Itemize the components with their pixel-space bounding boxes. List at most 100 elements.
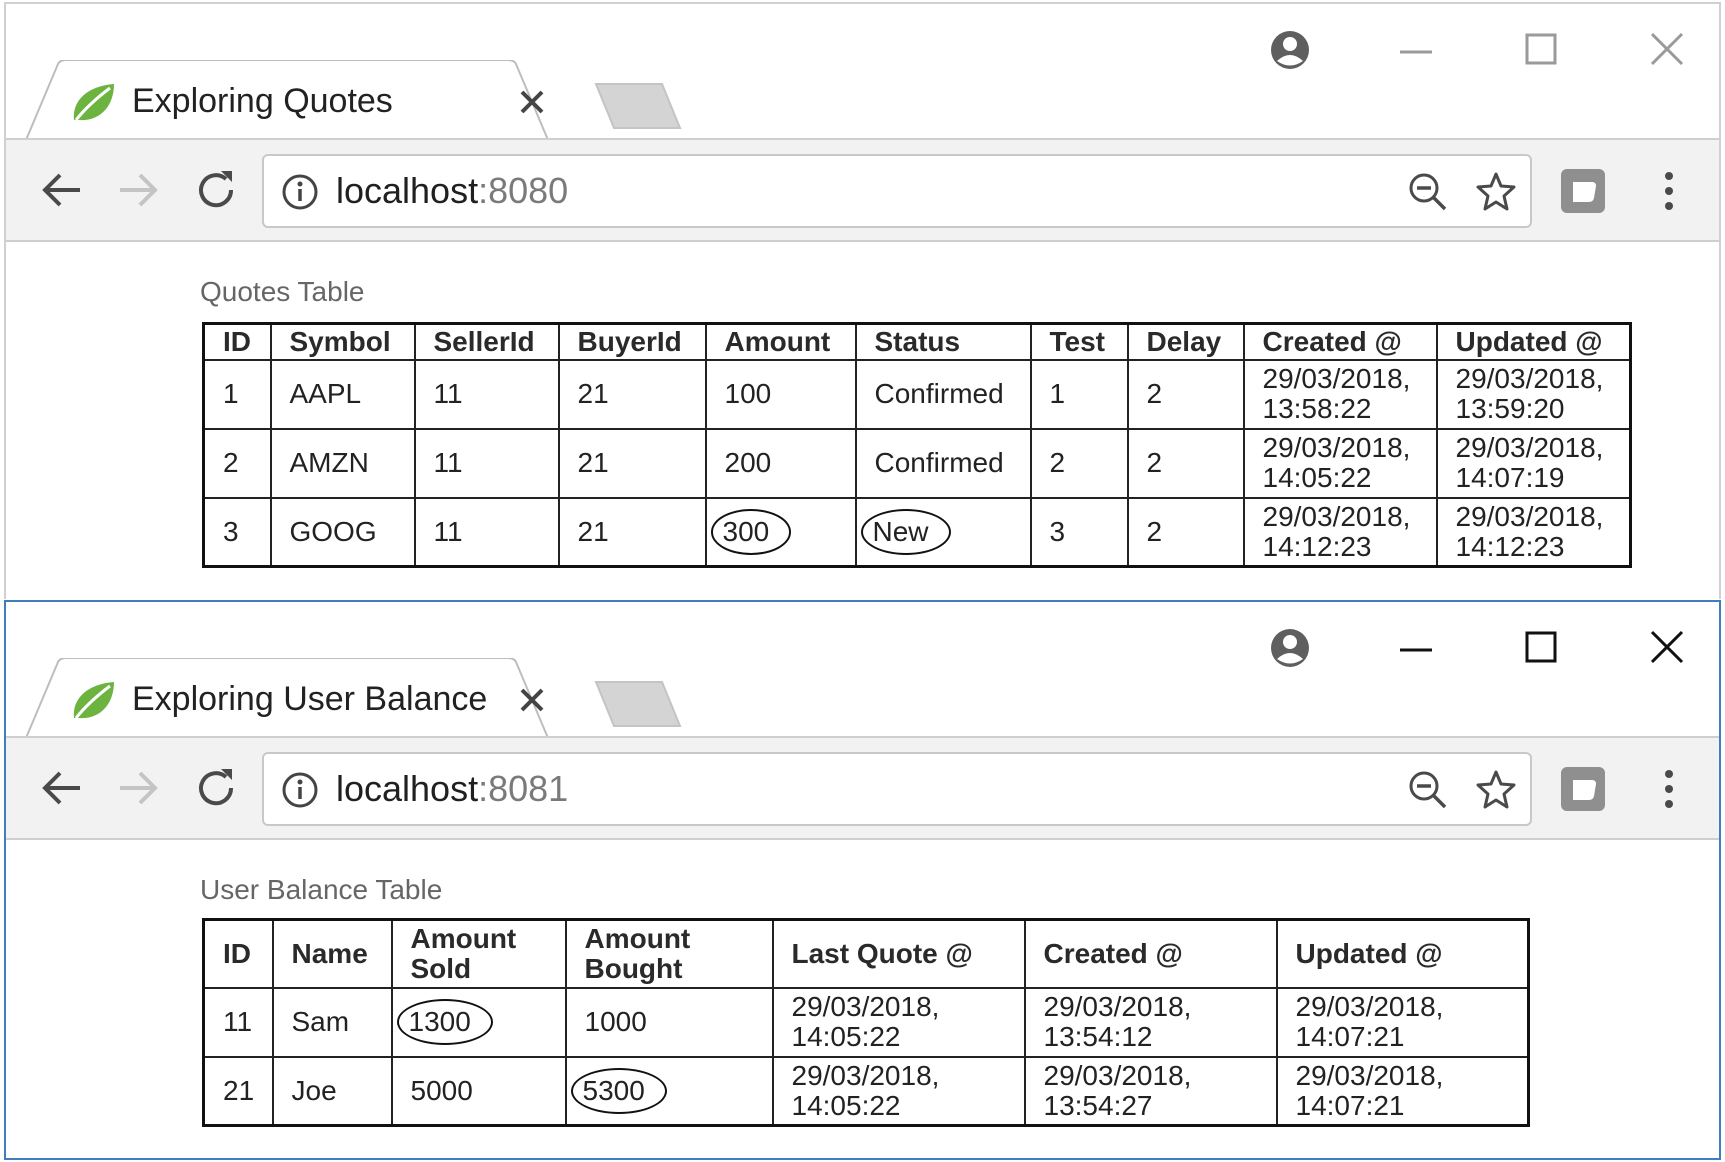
maximize-icon[interactable] xyxy=(1512,620,1572,676)
browser-window-quotes: Exploring Quotes localhost:8080 Quotes T… xyxy=(4,2,1721,599)
column-header: Updated @ xyxy=(1275,918,1530,989)
cell-updated: 29/03/2018, 14:07:21 xyxy=(1275,986,1530,1058)
date-part: 29/03/2018, xyxy=(1262,500,1411,532)
cell-created: 29/03/2018, 14:12:23 xyxy=(1242,496,1438,568)
column-header: BuyerId xyxy=(557,322,707,361)
reload-icon[interactable] xyxy=(188,162,244,218)
url-text: localhost:8080 xyxy=(336,170,568,212)
table-row: 2 AMZN 11 21 200 Confirmed 2 2 29/03/201… xyxy=(202,427,1632,499)
cell-amount-sold: 5000 xyxy=(390,1055,567,1127)
table-row: 1 AAPL 11 21 100 Confirmed 1 2 29/03/201… xyxy=(202,358,1632,430)
cell-symbol: GOOG xyxy=(269,496,416,568)
cell-created: 29/03/2018, 13:54:12 xyxy=(1023,986,1278,1058)
back-arrow-icon[interactable] xyxy=(34,760,90,816)
new-tab-button[interactable] xyxy=(586,82,686,132)
reload-icon[interactable] xyxy=(188,760,244,816)
time-part: 14:05:22 xyxy=(791,1021,901,1052)
cell-amount-sold: 1300 xyxy=(390,986,567,1058)
menu-dots-icon[interactable] xyxy=(1654,762,1684,816)
cell-amount: 200 xyxy=(704,427,857,499)
minimize-icon[interactable] xyxy=(1386,22,1446,78)
address-bar[interactable]: localhost:8080 xyxy=(262,154,1532,228)
cell-id: 3 xyxy=(202,496,272,568)
time-part: 14:05:22 xyxy=(791,1089,901,1121)
forward-arrow-icon[interactable] xyxy=(110,162,166,218)
url-host: localhost xyxy=(336,170,479,211)
column-header: Created @ xyxy=(1242,322,1438,361)
tab-title: Exploring Quotes xyxy=(132,82,393,120)
minimize-icon[interactable] xyxy=(1386,620,1446,676)
date-part: 29/03/2018, xyxy=(1455,432,1604,463)
zoom-out-icon[interactable] xyxy=(1406,768,1450,812)
page-content: User Balance Table ID Name Amount Sold Am… xyxy=(6,840,1719,1158)
cell-symbol: AMZN xyxy=(269,427,416,499)
time-part: 14:12:23 xyxy=(1262,530,1372,562)
date-part: 29/03/2018, xyxy=(791,991,940,1022)
time-part: 13:54:12 xyxy=(1043,1021,1153,1052)
info-icon[interactable] xyxy=(280,172,320,212)
time-part: 14:07:21 xyxy=(1295,1089,1405,1121)
account-icon[interactable] xyxy=(1260,620,1320,676)
cell-amount-bought: 5300 xyxy=(564,1055,774,1127)
header-line: Sold xyxy=(410,952,472,984)
column-header: Last Quote @ xyxy=(771,918,1026,989)
back-arrow-icon[interactable] xyxy=(34,162,90,218)
cell-status: New xyxy=(854,496,1032,568)
extension-icon[interactable] xyxy=(1558,764,1608,814)
cell-seller-id: 11 xyxy=(413,496,560,568)
info-icon[interactable] xyxy=(280,770,320,810)
cell-delay: 2 xyxy=(1126,427,1245,499)
url-port: :8080 xyxy=(478,170,569,211)
cell-status: Confirmed xyxy=(854,427,1032,499)
column-header: Test xyxy=(1029,322,1129,361)
cell-seller-id: 11 xyxy=(413,358,560,430)
tab-exploring-user-balance[interactable]: Exploring User Balance xyxy=(24,658,584,738)
date-part: 29/03/2018, xyxy=(1043,991,1192,1022)
cell-test: 2 xyxy=(1029,427,1129,499)
window-close-icon[interactable] xyxy=(1638,22,1698,78)
spring-leaf-icon xyxy=(73,84,114,121)
cell-created: 29/03/2018, 13:54:27 xyxy=(1023,1055,1278,1127)
cell-id: 21 xyxy=(202,1055,274,1127)
cell-buyer-id: 21 xyxy=(557,427,707,499)
header-line: Amount xyxy=(584,922,691,954)
cell-updated: 29/03/2018, 14:07:19 xyxy=(1435,427,1632,499)
column-header: Delay xyxy=(1126,322,1245,361)
date-part: 29/03/2018, xyxy=(1043,1059,1192,1091)
cell-updated: 29/03/2018, 14:07:21 xyxy=(1275,1055,1530,1127)
table-row: 11 Sam 1300 1000 29/03/2018, 14:05:22 29/… xyxy=(202,986,1530,1058)
forward-arrow-icon[interactable] xyxy=(110,760,166,816)
cell-last-quote: 29/03/2018, 14:05:22 xyxy=(771,986,1026,1058)
close-icon[interactable] xyxy=(514,84,550,120)
url-text: localhost:8081 xyxy=(336,768,568,810)
table-row: 3 GOOG 11 21 300 New 3 2 29/03/2018, 14:1… xyxy=(202,496,1632,568)
quotes-table: ID Symbol SellerId BuyerId Amount Status… xyxy=(202,322,1632,568)
browser-window-user-balance: Exploring User Balance localhost:8081 Us… xyxy=(4,600,1721,1160)
extension-icon[interactable] xyxy=(1558,166,1608,216)
cell-updated: 29/03/2018, 14:12:23 xyxy=(1435,496,1632,568)
tab-exploring-quotes[interactable]: Exploring Quotes xyxy=(24,60,584,140)
account-icon[interactable] xyxy=(1260,22,1320,78)
maximize-icon[interactable] xyxy=(1512,22,1572,78)
cell-created: 29/03/2018, 14:05:22 xyxy=(1242,427,1438,499)
column-header: Status xyxy=(854,322,1032,361)
browser-toolbar: localhost:8081 xyxy=(6,736,1719,840)
table-title: Quotes Table xyxy=(200,276,365,307)
column-header: ID xyxy=(202,918,274,989)
star-icon[interactable] xyxy=(1474,170,1518,214)
table-title: User Balance Table xyxy=(200,874,443,905)
date-part: 29/03/2018, xyxy=(1455,500,1604,532)
star-icon[interactable] xyxy=(1474,768,1518,812)
cell-name: Sam xyxy=(271,986,393,1058)
date-part: 29/03/2018, xyxy=(1295,1059,1444,1091)
new-tab-button[interactable] xyxy=(586,680,686,730)
address-bar[interactable]: localhost:8081 xyxy=(262,752,1532,826)
zoom-out-icon[interactable] xyxy=(1406,170,1450,214)
column-header: Name xyxy=(271,918,393,989)
close-icon[interactable] xyxy=(514,682,550,718)
menu-dots-icon[interactable] xyxy=(1654,164,1684,218)
column-header: SellerId xyxy=(413,322,560,361)
window-close-icon[interactable] xyxy=(1638,620,1698,676)
table-header-row: ID Symbol SellerId BuyerId Amount Status… xyxy=(202,322,1632,361)
cell-amount: 100 xyxy=(704,358,857,430)
